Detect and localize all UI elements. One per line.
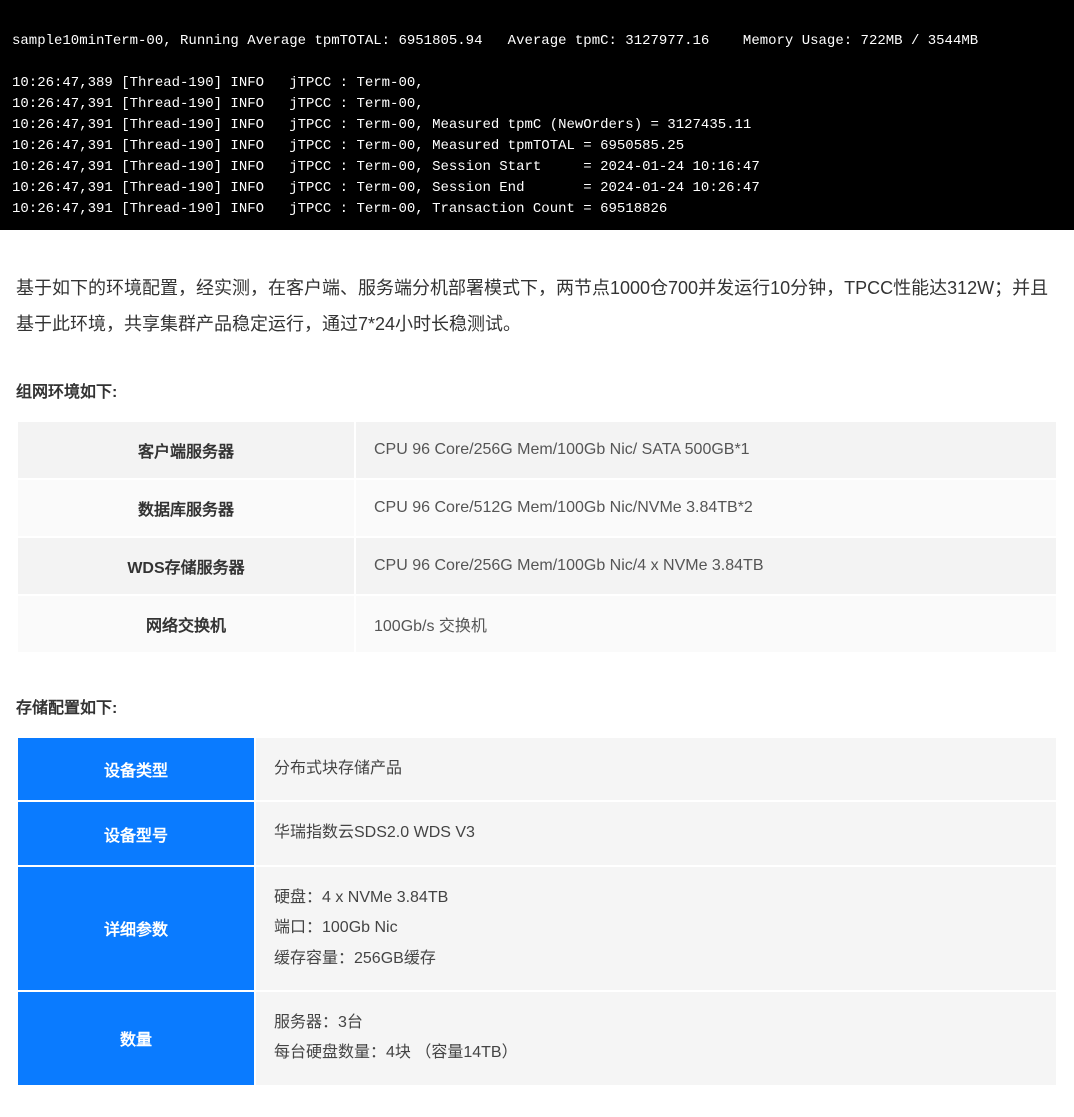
env-row-value: CPU 96 Core/256G Mem/100Gb Nic/4 x NVMe … — [355, 537, 1057, 595]
env-row-label: 客户端服务器 — [17, 421, 355, 479]
storage-row-value: 硬盘：4 x NVMe 3.84TB 端口：100Gb Nic 缓存容量：256… — [255, 866, 1057, 991]
network-env-title: 组网环境如下: — [16, 378, 1058, 402]
terminal-line: 10:26:47,391 [Thread-190] INFO jTPCC : T… — [12, 159, 760, 175]
terminal-header-line: sample10minTerm-00, Running Average tpmT… — [12, 33, 978, 49]
storage-row-value: 华瑞指数云SDS2.0 WDS V3 — [255, 801, 1057, 865]
table-row: 设备类型 分布式块存储产品 — [17, 737, 1057, 801]
storage-row-value: 分布式块存储产品 — [255, 737, 1057, 801]
storage-row-label: 设备型号 — [17, 801, 255, 865]
summary-paragraph: 基于如下的环境配置，经实测，在客户端、服务端分机部署模式下，两节点1000仓70… — [16, 270, 1058, 342]
storage-row-value: 服务器：3台 每台硬盘数量：4块 （容量14TB） — [255, 991, 1057, 1086]
env-row-value: CPU 96 Core/512G Mem/100Gb Nic/NVMe 3.84… — [355, 479, 1057, 537]
terminal-line: 10:26:47,391 [Thread-190] INFO jTPCC : T… — [12, 180, 760, 196]
terminal-line: 10:26:47,391 [Thread-190] INFO jTPCC : T… — [12, 201, 667, 217]
table-row: 客户端服务器 CPU 96 Core/256G Mem/100Gb Nic/ S… — [17, 421, 1057, 479]
table-row: 设备型号 华瑞指数云SDS2.0 WDS V3 — [17, 801, 1057, 865]
document-body: 基于如下的环境配置，经实测，在客户端、服务端分机部署模式下，两节点1000仓70… — [0, 230, 1074, 1117]
terminal-line: 10:26:47,391 [Thread-190] INFO jTPCC : T… — [12, 117, 751, 133]
network-env-table: 客户端服务器 CPU 96 Core/256G Mem/100Gb Nic/ S… — [16, 420, 1058, 654]
storage-config-table: 设备类型 分布式块存储产品 设备型号 华瑞指数云SDS2.0 WDS V3 详细… — [16, 736, 1058, 1087]
terminal-output: sample10minTerm-00, Running Average tpmT… — [0, 0, 1074, 230]
env-row-label: 数据库服务器 — [17, 479, 355, 537]
terminal-line: 10:26:47,391 [Thread-190] INFO jTPCC : T… — [12, 138, 684, 154]
table-row: 数量 服务器：3台 每台硬盘数量：4块 （容量14TB） — [17, 991, 1057, 1086]
env-row-value: 100Gb/s 交换机 — [355, 595, 1057, 653]
table-row: 网络交换机 100Gb/s 交换机 — [17, 595, 1057, 653]
storage-row-label: 设备类型 — [17, 737, 255, 801]
terminal-line: 10:26:47,391 [Thread-190] INFO jTPCC : T… — [12, 96, 424, 112]
storage-config-title: 存储配置如下: — [16, 694, 1058, 718]
env-row-value: CPU 96 Core/256G Mem/100Gb Nic/ SATA 500… — [355, 421, 1057, 479]
terminal-line: 10:26:47,389 [Thread-190] INFO jTPCC : T… — [12, 75, 424, 91]
table-row: 数据库服务器 CPU 96 Core/512G Mem/100Gb Nic/NV… — [17, 479, 1057, 537]
storage-row-label: 详细参数 — [17, 866, 255, 991]
env-row-label: WDS存储服务器 — [17, 537, 355, 595]
storage-row-label: 数量 — [17, 991, 255, 1086]
table-row: WDS存储服务器 CPU 96 Core/256G Mem/100Gb Nic/… — [17, 537, 1057, 595]
table-row: 详细参数 硬盘：4 x NVMe 3.84TB 端口：100Gb Nic 缓存容… — [17, 866, 1057, 991]
env-row-label: 网络交换机 — [17, 595, 355, 653]
